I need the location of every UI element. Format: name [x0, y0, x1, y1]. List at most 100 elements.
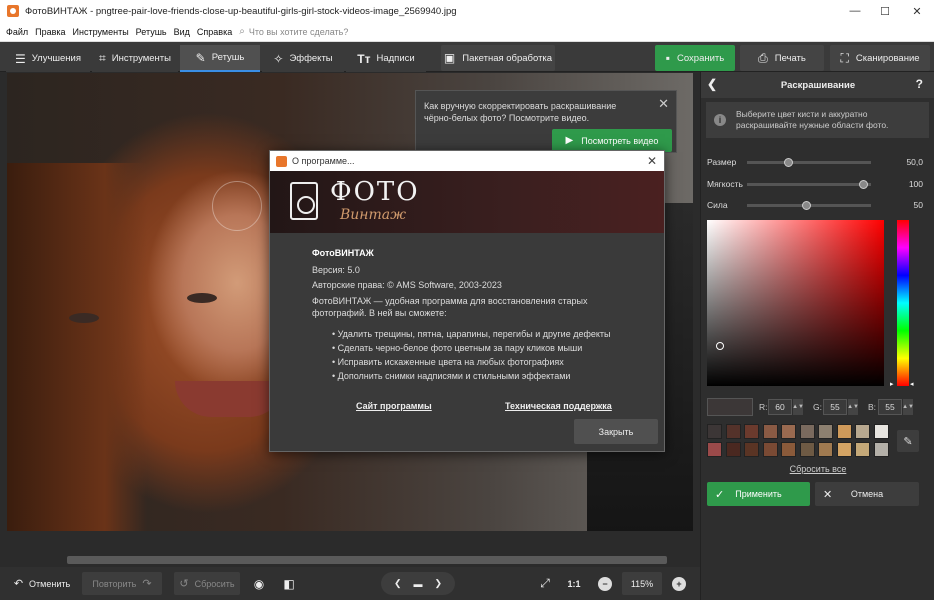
watch-video-button[interactable]: ▶ Посмотреть видео: [552, 129, 672, 152]
zoom-level[interactable]: 115%: [622, 572, 662, 595]
help-icon[interactable]: ?: [916, 77, 923, 91]
compare-toggle[interactable]: ◧: [277, 572, 301, 595]
zoom-in-button[interactable]: +: [669, 572, 689, 595]
reset-button[interactable]: ↺ Сбросить: [174, 572, 240, 595]
slider-knob[interactable]: [802, 201, 811, 210]
color-swatch[interactable]: [725, 442, 741, 457]
menu-edit[interactable]: Правка: [35, 27, 65, 37]
tab-effects[interactable]: ✧ Эффекты: [262, 45, 344, 72]
strength-label: Сила: [707, 200, 728, 210]
file-navigation: ❮ ▬ ❯: [381, 572, 455, 595]
color-picker-square[interactable]: [707, 220, 884, 386]
description-text: ФотоВИНТАЖ — удобная программа для восст…: [312, 295, 588, 319]
size-slider[interactable]: [747, 158, 871, 167]
g-spinner[interactable]: ▲▼: [847, 399, 859, 415]
compare-icon: ◧: [283, 576, 295, 591]
b-spinner[interactable]: ▲▼: [902, 399, 914, 415]
hue-slider[interactable]: [897, 220, 909, 386]
tab-captions[interactable]: Tт Надписи: [346, 45, 426, 72]
color-swatch[interactable]: [799, 442, 815, 457]
color-swatch[interactable]: [707, 424, 722, 439]
save-button[interactable]: ▪ Сохранить: [655, 45, 735, 71]
color-swatch[interactable]: [799, 424, 815, 439]
color-swatch[interactable]: [781, 424, 796, 439]
color-swatch[interactable]: [725, 424, 741, 439]
color-picker-cursor[interactable]: [716, 342, 724, 350]
menu-view[interactable]: Вид: [174, 27, 190, 37]
video-tip-popup: Как вручную скорректировать раскрашивани…: [415, 90, 677, 153]
reset-all-link[interactable]: Сбросить все: [701, 464, 934, 474]
next-icon[interactable]: ❯: [435, 578, 443, 589]
color-swatch[interactable]: [707, 442, 722, 457]
photo-eye: [187, 293, 217, 303]
support-link[interactable]: Техническая поддержка: [505, 401, 612, 411]
close-dialog-button[interactable]: Закрыть: [574, 419, 658, 444]
r-input[interactable]: 60: [768, 399, 792, 415]
menu-tools[interactable]: Инструменты: [73, 27, 129, 37]
back-arrow-icon[interactable]: ❮: [707, 77, 717, 91]
color-swatch[interactable]: [836, 442, 852, 457]
close-icon[interactable]: ✕: [647, 154, 657, 168]
size-value: 50,0: [906, 157, 923, 167]
strength-slider[interactable]: [747, 201, 871, 210]
panel-info-text: Выберите цвет кисти и аккуратно раскраши…: [736, 109, 889, 130]
color-swatch[interactable]: [818, 424, 833, 439]
color-swatch[interactable]: [762, 442, 778, 457]
tab-label: Инструменты: [111, 53, 171, 64]
color-swatch[interactable]: [762, 424, 778, 439]
preview-toggle[interactable]: ◉: [247, 572, 271, 595]
softness-slider-row: Мягкость 100: [707, 178, 927, 190]
g-input[interactable]: 55: [823, 399, 847, 415]
close-icon[interactable]: ✕: [658, 96, 669, 112]
eyedropper-button[interactable]: ✎: [897, 430, 919, 452]
horizontal-scrollbar[interactable]: [7, 553, 693, 567]
tab-label: Ретушь: [211, 52, 245, 63]
slider-knob[interactable]: [859, 180, 868, 189]
color-swatch[interactable]: [855, 442, 870, 457]
batch-processing-button[interactable]: ▣ Пакетная обработка: [441, 45, 555, 71]
apply-button[interactable]: ✓ Применить: [707, 482, 810, 506]
previous-icon[interactable]: ❮: [394, 578, 402, 589]
menu-file[interactable]: Файл: [6, 27, 28, 37]
folder-icon[interactable]: ▬: [414, 579, 423, 589]
scrollbar-thumb[interactable]: [67, 556, 667, 564]
maximize-button[interactable]: ☐: [870, 0, 900, 22]
fit-to-screen-button[interactable]: ⤢: [534, 572, 556, 595]
color-swatch[interactable]: [873, 442, 889, 457]
cancel-button[interactable]: ✕ Отмена: [815, 482, 919, 506]
menu-help[interactable]: Справка: [197, 27, 232, 37]
color-swatch[interactable]: [781, 442, 796, 457]
tab-retouch[interactable]: ✎ Ретушь: [180, 45, 260, 72]
fit-screen-icon: ⤢: [540, 576, 550, 590]
video-icon: ▶: [565, 135, 574, 146]
redo-icon: ↷: [142, 578, 152, 590]
search-placeholder: Что вы хотите сделать?: [248, 26, 349, 37]
r-spinner[interactable]: ▲▼: [792, 399, 804, 415]
color-swatch[interactable]: [818, 442, 833, 457]
color-swatch[interactable]: [855, 424, 870, 439]
b-input[interactable]: 55: [878, 399, 902, 415]
menu-retouch[interactable]: Ретушь: [136, 27, 167, 37]
redo-button[interactable]: Повторить ↷: [82, 572, 162, 595]
minimize-button[interactable]: —: [840, 0, 870, 22]
actual-size-button[interactable]: 1:1: [562, 572, 586, 595]
color-swatch[interactable]: [744, 442, 759, 457]
brush-icon: ✎: [195, 50, 206, 65]
colorize-panel: ❮ Раскрашивание ? i Выберите цвет кисти …: [700, 72, 934, 600]
scan-button[interactable]: ⛶ Сканирование: [830, 45, 930, 71]
softness-slider[interactable]: [747, 180, 871, 189]
color-swatch[interactable]: [873, 424, 889, 439]
color-swatch[interactable]: [744, 424, 759, 439]
undo-button[interactable]: ↶ Отменить: [6, 572, 78, 595]
slider-knob[interactable]: [784, 158, 793, 167]
menu-search[interactable]: ⌕ Что вы хотите сделать?: [239, 26, 348, 37]
tab-enhancements[interactable]: ☰ Улучшения: [6, 45, 90, 72]
tab-tools[interactable]: ⌗ Инструменты: [92, 45, 178, 72]
r-label: R:: [759, 402, 768, 412]
color-swatch[interactable]: [836, 424, 852, 439]
website-link[interactable]: Сайт программы: [356, 401, 432, 411]
current-color-swatch: [707, 398, 753, 416]
zoom-out-button[interactable]: −: [595, 572, 615, 595]
print-button[interactable]: ⎙ Печать: [740, 45, 824, 71]
close-window-button[interactable]: ✕: [902, 0, 932, 22]
